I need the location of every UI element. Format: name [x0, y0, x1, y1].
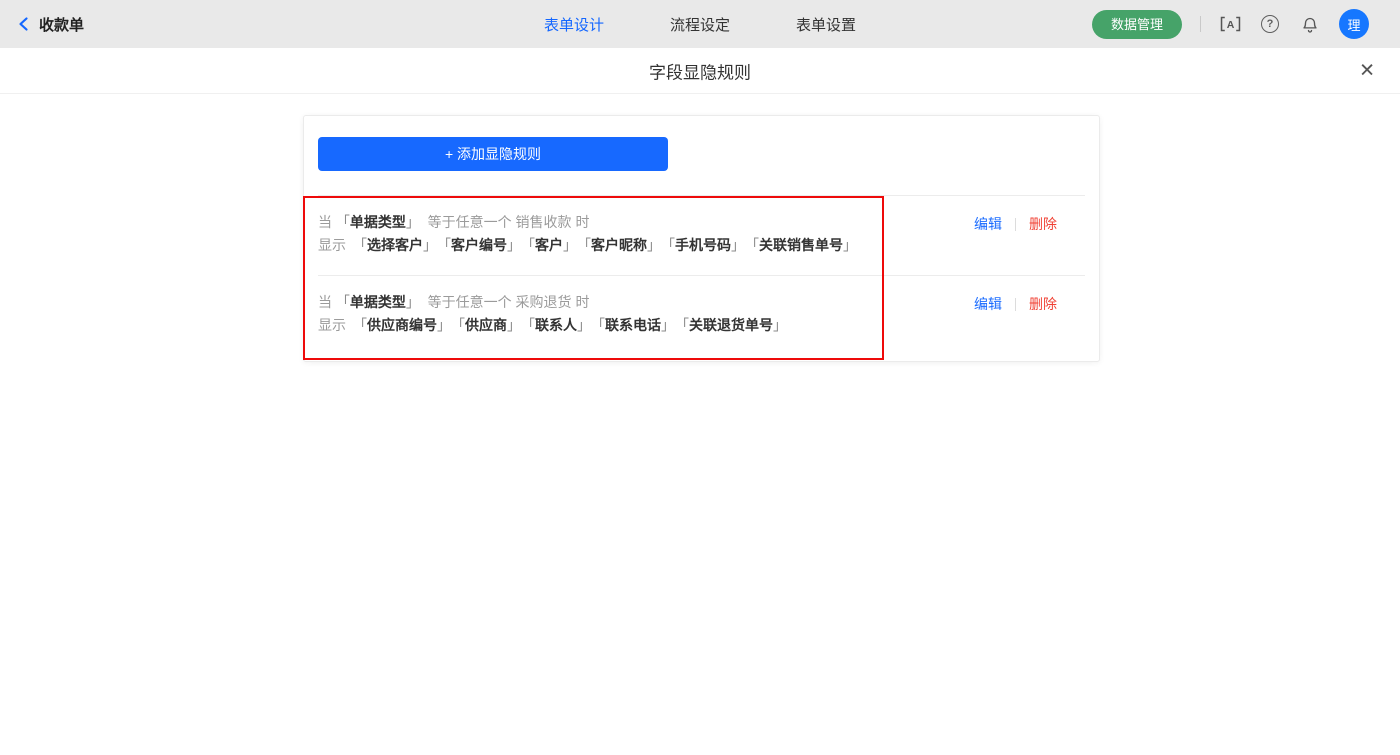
rule-show-fields-line: 显示「选择客户」「客户编号」「客户」「客户昵称」「手机号码」「关联销售单号」: [318, 234, 857, 257]
bracket: 「: [336, 214, 350, 230]
shown-field-name: 客户: [535, 237, 563, 253]
bracket: 「: [458, 317, 465, 333]
card-top: + 添加显隐规则: [304, 116, 1099, 195]
bracket: 」: [773, 317, 787, 333]
shown-field-name: 选择客户: [367, 237, 423, 253]
bracket: 「: [752, 237, 759, 253]
rule-description: 当 「单据类型」 等于任意一个 销售收款 时 显示「选择客户」「客户编号」「客户…: [318, 211, 857, 257]
question-mark-icon: ?: [1261, 15, 1279, 33]
show-prefix: 显示: [318, 317, 346, 333]
rule-show-fields-line: 显示「供应商编号」「供应商」「联系人」「联系电话」「关联退货单号」: [318, 314, 787, 337]
bracket: 「: [353, 237, 367, 253]
add-rule-button[interactable]: + 添加显隐规则: [318, 137, 668, 171]
rule-row: 当 「单据类型」 等于任意一个 采购退货 时 显示「供应商编号」「供应商」「联系…: [318, 275, 1085, 355]
bracket: 「: [336, 294, 350, 310]
shown-field: 「手机号码」: [668, 237, 745, 253]
shown-field-name: 关联销售单号: [759, 237, 843, 253]
delete-rule-link[interactable]: 删除: [1029, 294, 1057, 314]
tab-form-settings[interactable]: 表单设置: [796, 14, 856, 35]
bracket: 「: [353, 317, 367, 333]
shown-field-name: 联系电话: [605, 317, 661, 333]
condition-field-name: 单据类型: [350, 214, 406, 230]
notification-bell-icon[interactable]: [1299, 13, 1321, 35]
svg-text:A: A: [1226, 19, 1234, 31]
condition-operator-value: 等于任意一个 采购退货 时: [420, 294, 590, 310]
bracket: 「: [598, 317, 605, 333]
condition-operator-value: 等于任意一个 销售收款 时: [420, 214, 590, 230]
rule-condition-line: 当 「单据类型」 等于任意一个 销售收款 时: [318, 211, 857, 234]
condition-field-name: 单据类型: [350, 294, 406, 310]
condition-prefix: 当: [318, 214, 336, 230]
modal-header: 字段显隐规则 ✕: [0, 48, 1400, 94]
divider: [1015, 218, 1016, 231]
shown-field: 「选择客户」: [353, 237, 437, 253]
bracket: 「: [584, 237, 591, 253]
bracket: 」: [843, 237, 857, 253]
tab-form-design[interactable]: 表单设计: [544, 14, 604, 35]
chevron-left-icon: [16, 16, 32, 32]
bracket: 」: [563, 237, 577, 253]
back-button[interactable]: [16, 16, 32, 32]
delete-rule-link[interactable]: 删除: [1029, 214, 1057, 234]
translate-icon[interactable]: A: [1219, 13, 1241, 35]
shown-field-name: 手机号码: [675, 237, 731, 253]
divider: [1015, 298, 1016, 311]
show-prefix: 显示: [318, 237, 346, 253]
bracket: 」: [577, 317, 591, 333]
shown-field: 「供应商编号」: [353, 317, 451, 333]
topbar-tabs: 表单设计 流程设定 表单设置: [544, 0, 856, 48]
bracket: 」: [647, 237, 661, 253]
bracket: 」: [406, 214, 420, 230]
shown-field: 「联系电话」: [598, 317, 675, 333]
bracket: 「: [528, 317, 535, 333]
edit-rule-link[interactable]: 编辑: [974, 214, 1002, 234]
rule-description: 当 「单据类型」 等于任意一个 采购退货 时 显示「供应商编号」「供应商」「联系…: [318, 291, 787, 337]
data-manage-button[interactable]: 数据管理: [1092, 10, 1182, 39]
rule-row: 当 「单据类型」 等于任意一个 销售收款 时 显示「选择客户」「客户编号」「客户…: [318, 195, 1085, 275]
bracket: 」: [507, 237, 521, 253]
shown-field: 「客户昵称」: [584, 237, 661, 253]
help-icon[interactable]: ?: [1259, 13, 1281, 35]
shown-field-name: 供应商: [465, 317, 507, 333]
shown-field-name: 客户昵称: [591, 237, 647, 253]
topbar: 收款单 表单设计 流程设定 表单设置 数据管理 A ? 理: [0, 0, 1400, 48]
rule-actions: 编辑 删除: [974, 291, 1057, 314]
shown-field-name: 关联退货单号: [689, 317, 773, 333]
shown-field-name: 供应商编号: [367, 317, 437, 333]
rules-list: 当 「单据类型」 等于任意一个 销售收款 时 显示「选择客户」「客户编号」「客户…: [304, 195, 1099, 361]
rule-condition-line: 当 「单据类型」 等于任意一个 采购退货 时: [318, 291, 787, 314]
shown-field: 「客户」: [528, 237, 577, 253]
shown-field: 「客户编号」: [444, 237, 521, 253]
shown-field: 「关联销售单号」: [752, 237, 857, 253]
rules-card: + 添加显隐规则 当 「单据类型」 等于任意一个 销售收款 时 显示「选择客户」…: [303, 115, 1100, 362]
shown-field-name: 客户编号: [451, 237, 507, 253]
edit-rule-link[interactable]: 编辑: [974, 294, 1002, 314]
topbar-left: 收款单: [0, 14, 84, 35]
tab-flow-settings[interactable]: 流程设定: [670, 14, 730, 35]
bracket: 」: [661, 317, 675, 333]
topbar-right: 数据管理 A ? 理: [1092, 9, 1400, 39]
bracket: 「: [668, 237, 675, 253]
bracket: 」: [507, 317, 521, 333]
shown-field: 「关联退货单号」: [682, 317, 787, 333]
bracket: 「: [528, 237, 535, 253]
bracket: 」: [437, 317, 451, 333]
modal-title: 字段显隐规则: [649, 58, 751, 83]
bracket: 」: [731, 237, 745, 253]
bracket: 」: [423, 237, 437, 253]
shown-field: 「供应商」: [458, 317, 521, 333]
divider: [1200, 16, 1201, 32]
bracket: 「: [682, 317, 689, 333]
bracket: 「: [444, 237, 451, 253]
bracket: 」: [406, 294, 420, 310]
shown-field: 「联系人」: [528, 317, 591, 333]
shown-field-name: 联系人: [535, 317, 577, 333]
rule-actions: 编辑 删除: [974, 211, 1057, 234]
user-avatar[interactable]: 理: [1339, 9, 1369, 39]
close-icon[interactable]: ✕: [1359, 61, 1375, 80]
condition-prefix: 当: [318, 294, 336, 310]
document-title: 收款单: [39, 14, 84, 35]
